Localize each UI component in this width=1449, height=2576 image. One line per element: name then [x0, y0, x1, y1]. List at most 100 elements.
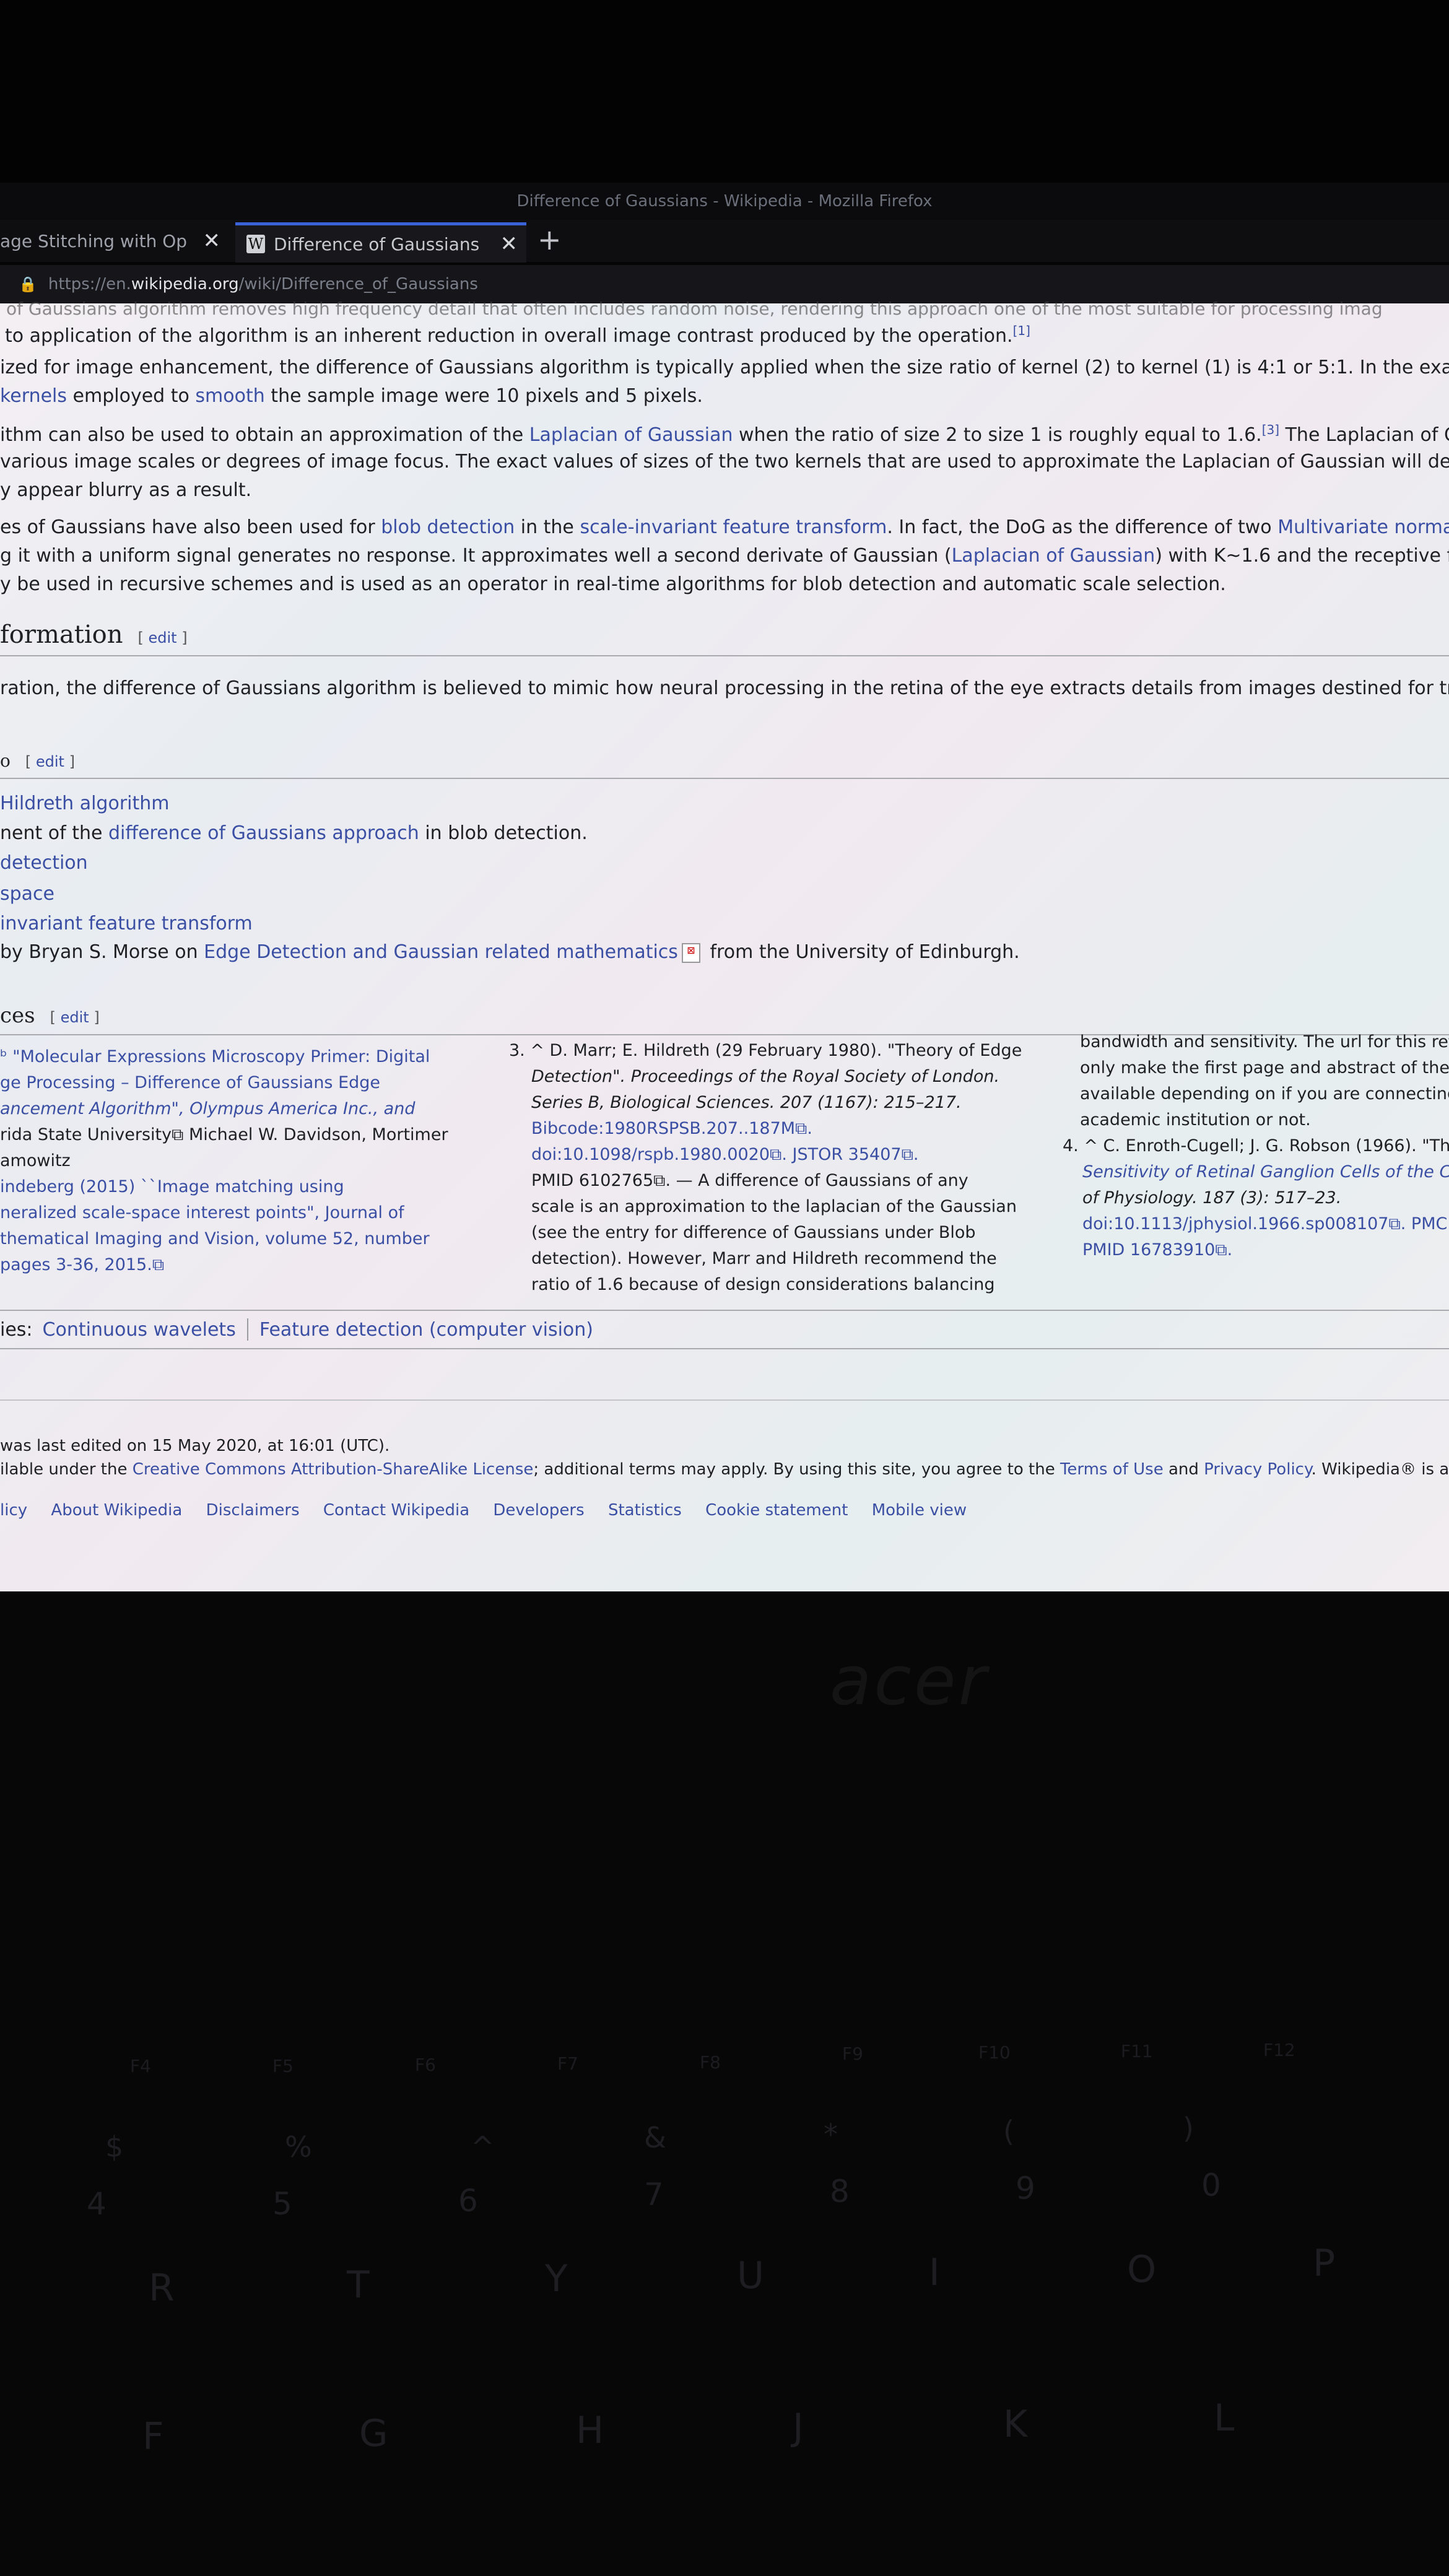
cut-off-line: of Gaussians algorithm removes high freq… — [6, 298, 1383, 319]
paragraph-laplacian-2: various image scales or degrees of image… — [0, 451, 1449, 472]
reference-line[interactable]: doi:10.1098/rspb.1980.0020⧉. JSTOR 35407… — [509, 1142, 1022, 1168]
cc-license-link[interactable]: Creative Commons Attribution-ShareAlike … — [133, 1460, 534, 1479]
key-ampersand: & — [644, 2121, 666, 2154]
key-8: 8 — [830, 2174, 850, 2209]
link-multivariate-normal[interactable]: Multivariate normal di — [1277, 516, 1449, 538]
reference-line: Series B, Biological Sciences. 207 (1167… — [531, 1093, 962, 1112]
see-also-item: invariant feature transform — [0, 913, 253, 934]
edit-link[interactable]: edit — [149, 629, 177, 646]
new-tab-plus-icon[interactable]: + — [537, 223, 562, 256]
reference-line[interactable]: thematical Imaging and Vision, volume 52… — [0, 1226, 448, 1252]
reference-line[interactable]: pages 3-36, 2015.⧉ — [0, 1252, 448, 1278]
key-f4: F4 — [130, 2056, 151, 2076]
footer-link-privacy[interactable]: licy — [0, 1501, 27, 1520]
key-k: K — [1003, 2403, 1028, 2446]
reference-line[interactable]: ge Processing – Difference of Gaussians … — [0, 1070, 448, 1096]
reference-line: rida State University⧉ Michael W. Davids… — [0, 1125, 448, 1144]
key-6: 6 — [458, 2183, 478, 2219]
reference-line: scale is an approximation to the laplaci… — [531, 1197, 1017, 1216]
tab-label: Difference of Gaussians — [274, 233, 480, 255]
link-laplacian-of-gaussian[interactable]: Laplacian of Gaussian — [529, 424, 733, 446]
paragraph-blob-2: g it with a uniform signal generates no … — [0, 545, 1449, 567]
reference-line[interactable]: indeberg (2015) ``Image matching using — [0, 1174, 448, 1200]
key-asterisk: * — [824, 2118, 838, 2151]
privacy-policy-link[interactable]: Privacy Policy — [1204, 1460, 1311, 1479]
reference-line: amowitz — [0, 1151, 71, 1170]
key-f: F — [142, 2415, 164, 2458]
section-heading-information: formation[ edit ] — [0, 620, 188, 649]
footer-link-mobile[interactable]: Mobile view — [872, 1501, 967, 1520]
edit-link[interactable]: edit — [36, 753, 64, 770]
reference-line: 4. ^ C. Enroth-Cugell; J. G. Robson (196… — [1063, 1136, 1449, 1155]
footer-link-developers[interactable]: Developers — [493, 1501, 584, 1520]
references-column-2: 3. ^ D. Marr; E. Hildreth (29 February 1… — [509, 1038, 1022, 1298]
terms-of-use-link[interactable]: Terms of Use — [1060, 1460, 1164, 1479]
footer-link-contact[interactable]: Contact Wikipedia — [323, 1501, 469, 1520]
reference-line: of Physiology. 187 (3): 517–23. — [1082, 1188, 1342, 1208]
key-dollar: $ — [105, 2130, 124, 2164]
footer-link-cookie[interactable]: Cookie statement — [705, 1501, 848, 1520]
paragraph-enhancement-2: kernels employed to smooth the sample im… — [0, 385, 703, 407]
edit-link[interactable]: edit — [61, 1009, 89, 1026]
link-kernels[interactable]: kernels — [0, 385, 67, 407]
paragraph-blob-3: y be used in recursive schemes and is us… — [0, 573, 1226, 595]
reference-line[interactable]: ancement Algorithm", Olympus America Inc… — [0, 1096, 448, 1122]
last-edited: was last edited on 15 May 2020, at 16:01… — [0, 1437, 390, 1455]
reference-line: 3. ^ D. Marr; E. Hildreth (29 February 1… — [509, 1041, 1022, 1060]
key-percent: % — [285, 2130, 312, 2164]
footer-link-statistics[interactable]: Statistics — [608, 1501, 682, 1520]
link-laplacian-of-gaussian[interactable]: Laplacian of Gaussian — [952, 545, 1155, 567]
link-smooth[interactable]: smooth — [195, 385, 264, 407]
key-y: Y — [545, 2257, 568, 2300]
key-f12: F12 — [1263, 2040, 1295, 2060]
key-9: 9 — [1016, 2170, 1035, 2206]
paragraph-information: ration, the difference of Gaussians algo… — [0, 677, 1449, 699]
paragraph-blob-1: es of Gaussians have also been used for … — [0, 516, 1449, 538]
key-5: 5 — [272, 2186, 292, 2222]
key-t: T — [347, 2263, 370, 2307]
key-u: U — [737, 2254, 764, 2297]
link-blob-detection[interactable]: blob detection — [381, 516, 515, 538]
heading-rule — [0, 655, 1449, 656]
category-link[interactable]: Feature detection (computer vision) — [259, 1319, 593, 1341]
reference-line: detection). However, Marr and Hildreth r… — [531, 1249, 997, 1268]
reference-line[interactable]: PMID 16783910⧉. — [1063, 1237, 1449, 1263]
key-r: R — [149, 2266, 175, 2310]
footer-link-disclaimers[interactable]: Disclaimers — [206, 1501, 300, 1520]
footer-link-about[interactable]: About Wikipedia — [51, 1501, 182, 1520]
category-separator — [246, 1318, 248, 1341]
license-text: ilable under the Creative Commons Attrib… — [0, 1460, 1449, 1479]
key-7: 7 — [644, 2177, 664, 2213]
url-path: /wiki/Difference_of_Gaussians — [238, 275, 478, 294]
key-caret: ^ — [471, 2130, 495, 2164]
see-also-item: detection — [0, 852, 88, 874]
close-icon[interactable]: ✕ — [203, 228, 221, 253]
tab-label: age Stitching with Op — [0, 230, 188, 251]
footer-links: licy About Wikipedia Disclaimers Contact… — [0, 1501, 985, 1520]
reference-line[interactable]: doi:10.1113/jphysiol.1966.sp008107⧉. PMC — [1063, 1211, 1449, 1237]
key-o: O — [1127, 2248, 1157, 2291]
reference-line: Detection". Proceedings of the Royal Soc… — [531, 1067, 1000, 1086]
categories-box: ies: Continuous wavelets Feature detecti… — [0, 1310, 1449, 1349]
link-sift[interactable]: scale-invariant feature transform — [580, 516, 887, 538]
reference-line[interactable]: Bibcode:1980RSPSB.207..187M⧉. — [509, 1116, 1022, 1142]
paragraph-enhancement-1: ized for image enhancement, the differen… — [0, 357, 1449, 378]
laptop-brand-logo: acer — [830, 1641, 989, 1720]
reference-link[interactable]: [3] — [1262, 422, 1279, 437]
close-icon[interactable]: ✕ — [500, 232, 518, 256]
category-link[interactable]: Continuous wavelets — [43, 1319, 236, 1341]
paragraph-laplacian-3: y appear blurry as a result. — [0, 479, 252, 501]
tab-image-stitching[interactable]: age Stitching with Op ✕ — [0, 222, 229, 259]
paragraph-laplacian-1: ithm can also be used to obtain an appro… — [0, 422, 1449, 446]
address-bar[interactable]: 🔒 https://en. wikipedia.org/wiki/Differen… — [0, 265, 1449, 303]
section-heading-see-also: o[ edit ] — [0, 751, 75, 771]
reference-line[interactable]: Sensitivity of Retinal Ganglion Cells of… — [1063, 1159, 1449, 1185]
key-f6: F6 — [415, 2055, 436, 2075]
reference-link[interactable]: [1] — [1013, 323, 1030, 338]
reference-line[interactable]: neralized scale-space interest points", … — [0, 1200, 448, 1226]
footer-rule — [0, 1399, 1449, 1401]
key-g: G — [359, 2412, 388, 2455]
reference-line[interactable]: ᵇ "Molecular Expressions Microscopy Prim… — [0, 1044, 448, 1070]
tab-difference-of-gaussians[interactable]: W Difference of Gaussians ✕ — [235, 222, 526, 263]
reference-line: only make the first page and abstract of… — [1080, 1058, 1449, 1077]
